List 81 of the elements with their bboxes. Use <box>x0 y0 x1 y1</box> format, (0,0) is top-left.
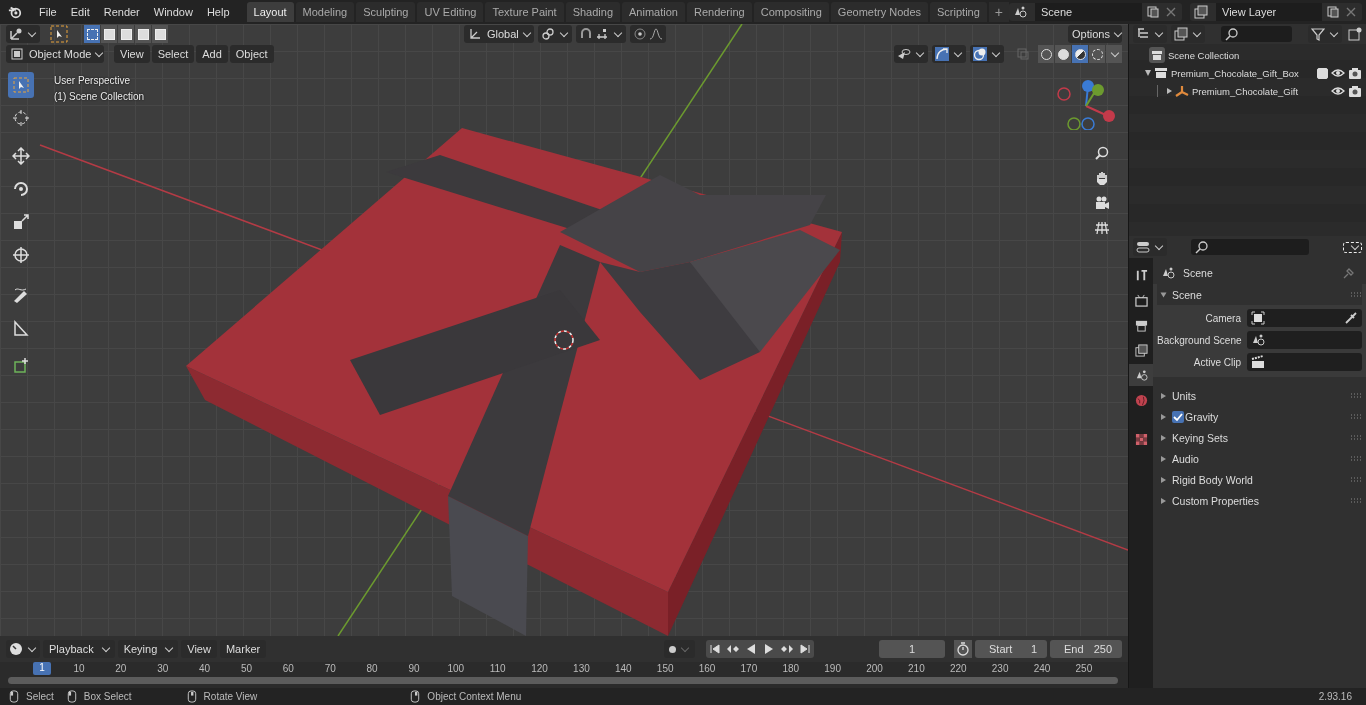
panel-header[interactable]: Custom Properties <box>1172 494 1259 507</box>
field-label: Camera <box>1204 312 1241 324</box>
frame-number: 230 <box>991 663 1009 674</box>
frame-number: 60 <box>282 663 294 674</box>
menu-item[interactable]: Render <box>96 6 147 18</box>
panel-header[interactable]: Units <box>1172 389 1196 402</box>
panel-header[interactable]: Gravity <box>1185 410 1219 423</box>
workspace-tab[interactable]: Layout <box>246 2 294 22</box>
field-label: Active Clip <box>1192 356 1241 368</box>
current-frame-field[interactable]: 1 <box>879 640 945 658</box>
frame-number: 90 <box>408 663 420 674</box>
menu-item[interactable]: Help <box>199 6 237 18</box>
status-hint: Object Context Menu <box>427 691 522 702</box>
field-label: Background Scene <box>1157 334 1241 346</box>
add-workspace-button[interactable]: + <box>988 2 1009 22</box>
outliner-item[interactable]: Scene Collection <box>1168 49 1362 61</box>
panel-header[interactable]: Rigid Body World <box>1172 473 1253 486</box>
workspace-tab[interactable]: Compositing <box>753 2 829 22</box>
workspace-tab[interactable]: Shading <box>565 2 621 22</box>
frame-number: 220 <box>949 663 967 674</box>
workspace-tab[interactable]: Sculpting <box>356 2 416 22</box>
menu-item[interactable]: Window <box>146 6 200 18</box>
frame-number: 110 <box>489 663 506 674</box>
transform-orientation-dropdown[interactable]: Global <box>464 25 534 43</box>
workspace-tab[interactable]: Texture Paint <box>485 2 564 22</box>
timeline-dropdown[interactable]: Playback <box>43 640 115 658</box>
frame-number: 210 <box>908 663 925 674</box>
outliner-item[interactable]: Premium_Chocolate_Gift <box>1192 85 1328 97</box>
panel-header[interactable]: Scene <box>1172 288 1202 301</box>
frame-number: 250 <box>1075 663 1093 674</box>
frame-number: 100 <box>447 663 465 674</box>
viewport-menu[interactable]: View <box>114 45 150 63</box>
menu-item[interactable]: File <box>32 6 64 18</box>
scene-selector[interactable]: Scene <box>1009 3 1182 21</box>
timeline-dropdown[interactable]: Keying <box>117 640 179 658</box>
status-hint: Rotate View <box>203 691 258 702</box>
workspace-tab[interactable]: Scripting <box>930 2 987 22</box>
panel-header[interactable]: Keying Sets <box>1172 431 1229 444</box>
frame-number: 240 <box>1033 663 1051 674</box>
status-hint: Select <box>26 691 54 702</box>
viewport-grid[interactable]: Global Options Object Mode View Select Add Object User Perspective (1) Scene Collection <box>0 24 1128 636</box>
workspace-tab[interactable]: UV Editing <box>417 2 484 22</box>
frame-number: 40 <box>199 663 211 674</box>
end-frame-field[interactable]: End 250 <box>1050 640 1122 658</box>
frame-number: 190 <box>824 663 841 674</box>
view-layer-selector[interactable]: View Layer <box>1190 3 1362 21</box>
viewport-menu[interactable]: Add <box>196 45 228 63</box>
status-hint: Box Select <box>83 691 132 702</box>
workspace-tab[interactable]: Rendering <box>686 2 752 22</box>
viewport-info-text: (1) Scene Collection <box>54 91 145 102</box>
mode-dropdown[interactable]: Object Mode <box>6 45 104 63</box>
viewport-menu[interactable]: Select <box>151 45 195 63</box>
frame-number: 170 <box>740 663 758 674</box>
workspace-tab[interactable]: Modeling <box>295 2 355 22</box>
frame-number: 50 <box>240 663 253 674</box>
version-label: 2.93.16 <box>1318 691 1352 702</box>
frame-number: 120 <box>531 663 548 674</box>
options-dropdown[interactable]: Options <box>1068 25 1122 43</box>
workspace-tab[interactable]: Geometry Nodes <box>830 2 928 22</box>
frame-number: 200 <box>866 663 883 674</box>
timeline-menu[interactable]: Marker <box>219 640 267 658</box>
frame-number: 70 <box>324 663 336 674</box>
frame-number: 180 <box>782 663 800 674</box>
frame-number: 30 <box>157 663 169 674</box>
frame-number: 140 <box>614 663 632 674</box>
start-frame-field[interactable]: Start 1 <box>975 640 1047 658</box>
frame-number: 20 <box>115 663 127 674</box>
outliner-item[interactable]: Premium_Chocolate_Gift_Box <box>1171 67 1314 79</box>
panel-header[interactable]: Audio <box>1172 452 1199 465</box>
playhead-frame[interactable]: 1 <box>33 662 51 675</box>
menu-item[interactable]: Edit <box>63 6 97 18</box>
frame-number: 80 <box>366 663 378 674</box>
viewport-info-text: User Perspective <box>54 75 132 86</box>
frame-number: 160 <box>698 663 716 674</box>
frame-number: 10 <box>73 663 85 674</box>
timeline-menu[interactable]: View <box>181 640 217 658</box>
frame-number: 150 <box>656 663 674 674</box>
viewport-menu[interactable]: Object <box>229 45 274 63</box>
frame-number: 130 <box>573 663 590 674</box>
workspace-tab[interactable]: Animation <box>622 2 685 22</box>
context-label: Scene <box>1183 267 1213 279</box>
